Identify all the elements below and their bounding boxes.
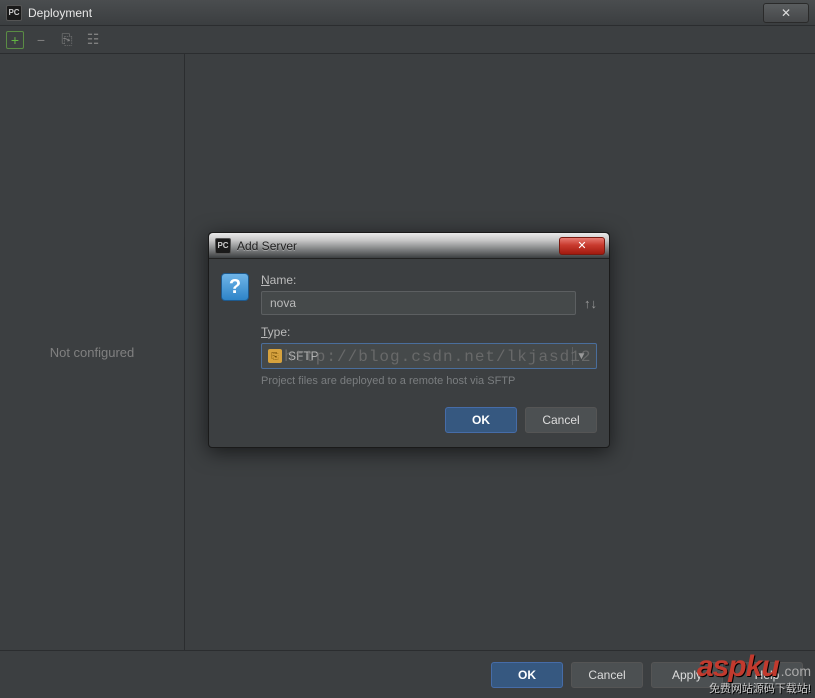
type-description: Project files are deployed to a remote h… xyxy=(261,375,597,387)
ok-label: OK xyxy=(472,413,490,427)
modal-ok-button[interactable]: OK xyxy=(445,407,517,433)
modal-footer: OK Cancel xyxy=(209,399,609,447)
form-fields: Name: ↑↓ Type: ⎘ SFTP ▼ Project fil xyxy=(261,273,597,387)
type-mnemonic: T xyxy=(261,325,268,339)
toolbar: + − ⎘ ☷ xyxy=(0,26,815,54)
servers-icon: ☷ xyxy=(87,31,100,48)
minus-icon: − xyxy=(37,32,45,48)
sftp-icon: ⎘ xyxy=(268,349,282,363)
cancel-label: Cancel xyxy=(542,413,579,427)
modal-close-button[interactable]: ✕ xyxy=(559,237,605,255)
help-icon: ? xyxy=(221,273,249,301)
main-footer: OK Cancel Apply Help xyxy=(0,650,815,698)
modal-body: ? Name: ↑↓ Type: ⎘ SFTP ▼ xyxy=(209,259,609,399)
apply-button[interactable]: Apply xyxy=(651,662,723,688)
pycharm-icon: PC xyxy=(215,238,231,254)
left-panel: Not configured xyxy=(0,54,185,650)
type-value: SFTP xyxy=(288,349,566,363)
type-select[interactable]: ⎘ SFTP ▼ xyxy=(261,343,597,369)
cancel-label: Cancel xyxy=(588,668,625,682)
add-button[interactable]: + xyxy=(6,31,24,49)
name-row: ↑↓ xyxy=(261,291,597,315)
ok-button[interactable]: OK xyxy=(491,662,563,688)
modal-titlebar: PC Add Server ✕ xyxy=(209,233,609,259)
cancel-button[interactable]: Cancel xyxy=(571,662,643,688)
chevron-down-icon: ▼ xyxy=(577,351,587,362)
modal-title: Add Server xyxy=(237,239,297,253)
main-titlebar: PC Deployment ✕ xyxy=(0,0,815,26)
modal-cancel-button[interactable]: Cancel xyxy=(525,407,597,433)
apply-label: Apply xyxy=(672,668,702,682)
name-label: Name: xyxy=(261,273,597,287)
type-label-rest: ype: xyxy=(268,325,291,339)
main-close-button[interactable]: ✕ xyxy=(763,3,809,23)
deployment-window: PC Deployment ✕ + − ⎘ ☷ Not configured O… xyxy=(0,0,815,698)
window-title: Deployment xyxy=(28,6,92,20)
remove-button[interactable]: − xyxy=(32,31,50,49)
help-label: Help xyxy=(755,668,780,682)
type-label: Type: xyxy=(261,325,597,339)
name-label-rest: ame: xyxy=(270,273,297,287)
copy-icon: ⎘ xyxy=(61,31,72,48)
ok-label: OK xyxy=(518,668,536,682)
add-server-dialog: PC Add Server ✕ ? Name: ↑↓ Ty xyxy=(208,232,610,448)
name-input[interactable] xyxy=(261,291,576,315)
close-icon: ✕ xyxy=(577,239,586,252)
name-mnemonic: N xyxy=(261,273,270,287)
pycharm-icon: PC xyxy=(6,5,22,21)
titlebar-left: PC Deployment xyxy=(0,5,92,21)
question-mark-icon: ? xyxy=(229,276,241,299)
copy-button[interactable]: ⎘ xyxy=(58,31,76,49)
servers-button[interactable]: ☷ xyxy=(84,31,102,49)
close-icon: ✕ xyxy=(781,6,791,20)
dropdown-arrow-icon: ▼ xyxy=(572,347,590,365)
plus-icon: + xyxy=(11,32,19,48)
modal-titlebar-left: PC Add Server xyxy=(209,238,297,254)
help-button[interactable]: Help xyxy=(731,662,803,688)
not-configured-text: Not configured xyxy=(50,345,135,360)
sort-icon[interactable]: ↑↓ xyxy=(584,296,597,311)
